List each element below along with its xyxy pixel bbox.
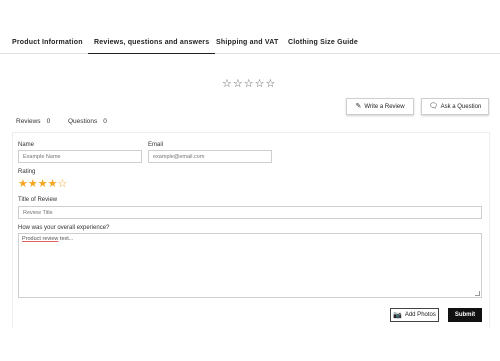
subtab-reviews[interactable]: Reviews 0 <box>11 118 59 133</box>
reviews-count: 0 <box>46 118 51 125</box>
tab-clothing-size-guide[interactable]: Clothing Size Guide <box>288 39 358 46</box>
rating-stars: ★ ★ ★ ★ ☆ <box>18 179 67 190</box>
add-photos-button[interactable]: 📷 Add Photos <box>390 308 439 322</box>
star-outline-icon: ☆ <box>222 78 232 90</box>
resize-handle-icon[interactable] <box>475 291 480 296</box>
email-label: Email <box>148 142 164 148</box>
star-outline-icon: ☆ <box>243 78 254 90</box>
questions-count: 0 <box>103 118 107 125</box>
write-review-label: Write a Review <box>364 103 405 110</box>
star-filled-icon[interactable]: ★ <box>38 179 48 190</box>
tab-shipping-vat[interactable]: Shipping and VAT <box>216 39 278 46</box>
star-outline-icon: ☆ <box>265 78 276 90</box>
title-of-review-label: Title of Review <box>18 197 58 203</box>
name-label: Name <box>18 142 35 148</box>
tab-product-information[interactable]: Product Information <box>12 39 83 46</box>
pencil-icon: ✎ <box>355 103 362 110</box>
product-tabs: Product Information Reviews, questions a… <box>0 30 500 54</box>
average-rating-stars: ☆ ☆ ☆ ☆ ☆ <box>222 79 275 91</box>
subtab-questions[interactable]: Questions 0 <box>68 118 107 125</box>
email-field[interactable] <box>148 150 272 163</box>
name-field[interactable] <box>18 150 142 163</box>
chat-icon: 🗨 <box>428 103 438 110</box>
star-filled-icon[interactable]: ★ <box>18 179 28 190</box>
star-outline-icon: ☆ <box>232 78 243 90</box>
submit-button[interactable]: Submit <box>448 308 482 322</box>
add-photos-label: Add Photos <box>404 312 436 318</box>
star-filled-icon[interactable]: ★ <box>28 179 38 190</box>
ask-question-label: Ask a Question <box>440 103 482 110</box>
review-placeholder-rest: text... <box>58 236 74 242</box>
star-filled-icon[interactable]: ★ <box>48 179 58 190</box>
review-text-area[interactable]: Product review text... <box>18 233 482 298</box>
subtab-questions-label: Questions <box>68 118 98 125</box>
rating-label: Rating <box>18 169 36 175</box>
star-outline-icon: ☆ <box>254 78 265 90</box>
review-placeholder-underlined: Product review <box>22 236 59 242</box>
camera-icon: 📷 <box>393 311 402 319</box>
subtab-reviews-label: Reviews <box>16 118 41 125</box>
review-subtabs: Reviews 0 Questions 0 <box>11 112 490 133</box>
tab-reviews-questions-answers[interactable]: Reviews, questions and answers <box>87 39 216 54</box>
experience-label: How was your overall experience? <box>18 225 110 231</box>
review-title-field[interactable] <box>18 206 482 219</box>
star-empty-icon[interactable]: ☆ <box>58 179 68 190</box>
